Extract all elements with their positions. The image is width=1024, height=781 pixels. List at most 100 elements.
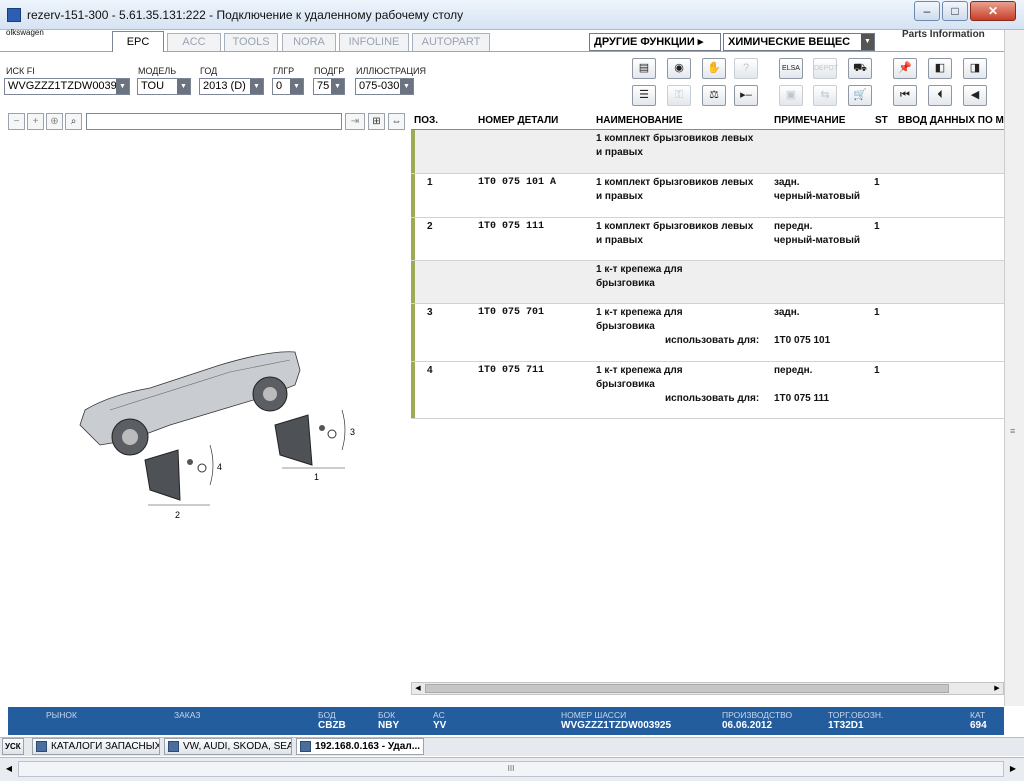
subgroup-select[interactable]: 75 ▼ — [313, 78, 345, 95]
row-use-part: 1T0 075 101 — [774, 335, 831, 346]
first-icon: ⏮ — [900, 89, 910, 101]
row-marker — [411, 174, 415, 217]
table-row[interactable]: 1 к-т крепежа для брызговика — [411, 261, 1004, 304]
scroll-left-icon[interactable]: ◀ — [412, 683, 424, 694]
maximize-button[interactable]: □ — [942, 1, 968, 21]
table-row[interactable]: 1 комплект брызговиков левых и правых — [411, 130, 1004, 174]
list-button[interactable]: ☰ — [632, 85, 656, 106]
cart-add-button[interactable]: ⛟ — [848, 58, 872, 79]
scroll-left-icon[interactable]: ◀ — [2, 761, 16, 777]
scroll-grip-icon[interactable]: ≡ — [1010, 426, 1015, 436]
chemicals-dropdown-label: ХИМИЧЕСКИЕ ВЕЩЕС — [728, 36, 851, 48]
minimize-button[interactable]: – — [914, 1, 940, 21]
scroll-thumb[interactable]: III — [18, 761, 1004, 777]
play-line-button[interactable]: ▸– — [734, 85, 758, 106]
row-marker — [411, 304, 415, 361]
scroll-right-icon[interactable]: ▶ — [1006, 761, 1020, 777]
transfer-button[interactable]: ⇆ — [813, 85, 837, 106]
col-data-entry[interactable]: ВВОД ДАННЫХ ПО М — [898, 115, 1004, 126]
col-pos[interactable]: ПОЗ. — [414, 115, 438, 126]
row-name-line2: и правых — [596, 235, 643, 246]
illustration-search-input[interactable] — [86, 113, 342, 130]
illustration-select[interactable]: 075-030 ▼ — [355, 78, 414, 95]
elsa-label: ELSA — [782, 65, 800, 72]
col-part-number[interactable]: НОМЕР ДЕТАЛИ — [478, 115, 558, 126]
window-button[interactable]: ▣ — [779, 85, 803, 106]
model-select[interactable]: TOU ▼ — [137, 78, 191, 95]
zoom-fit-button[interactable]: ⊕ — [46, 113, 63, 130]
row-name-line1: 1 комплект брызговиков левых — [596, 221, 754, 232]
close-button[interactable]: ✕ — [970, 1, 1016, 21]
print-button[interactable]: ▤ — [632, 58, 656, 79]
ac-value: YV — [433, 720, 447, 731]
prev-hotspot-button[interactable]: ⇥ — [345, 113, 365, 130]
other-functions-menu[interactable]: ДРУГИЕ ФУНКЦИИ ▸ — [589, 33, 721, 51]
key-icon: ⚿ — [674, 89, 684, 101]
prev-page-button[interactable]: ◧ — [928, 58, 952, 79]
taskbar-item-vw[interactable]: VW, AUDI, SKODA, SEAT — [164, 738, 292, 755]
year-value: 2013 (D) — [203, 80, 246, 92]
table-row[interactable]: 3 1T0 075 701 1 к-т крепежа для брызгови… — [411, 304, 1004, 362]
vin-label: ИСК FI — [6, 66, 35, 76]
row-name-line2: и правых — [596, 191, 643, 202]
taskbar-lang[interactable]: УСК — [2, 738, 24, 755]
tab-nora[interactable]: NORA — [282, 33, 336, 51]
zoom-in-button[interactable]: + — [27, 113, 44, 130]
window-horizontal-scrollbar[interactable]: ◀ III ▶ — [0, 757, 1024, 781]
layout-button[interactable]: ⊞ — [368, 113, 385, 130]
fastener — [187, 459, 193, 465]
subgroup-value: 75 — [317, 80, 330, 92]
first-button[interactable]: ⏮ — [893, 85, 917, 106]
elsa-button[interactable]: ELSA — [779, 58, 803, 79]
chemicals-dropdown[interactable]: ХИМИЧЕСКИЕ ВЕЩЕС ▼ — [723, 33, 875, 51]
illustration-label: ИЛЛЮСТРАЦИЯ — [356, 66, 427, 76]
tab-tools[interactable]: TOOLS — [224, 33, 278, 51]
transfer-icon: ⇆ — [820, 89, 830, 101]
col-st[interactable]: ST — [875, 115, 888, 126]
chevron-down-icon: ▼ — [177, 79, 190, 94]
row-name-line1: 1 к-т крепежа для — [596, 264, 683, 275]
year-select[interactable]: 2013 (D) ▼ — [199, 78, 264, 95]
tab-infoline[interactable]: INFOLINE — [339, 33, 409, 51]
tab-acc[interactable]: ACC — [167, 33, 221, 51]
table-row[interactable]: 4 1T0 075 711 1 к-т крепежа для брызгови… — [411, 362, 1004, 419]
tab-autopart[interactable]: AUTOPART — [412, 33, 490, 51]
production-value: 06.06.2012 — [722, 720, 773, 731]
scroll-right-icon[interactable]: ▶ — [991, 683, 1003, 694]
rear-hub — [263, 387, 277, 401]
front-hub — [122, 429, 138, 445]
main-group-select[interactable]: 0 ▼ — [272, 78, 304, 95]
row-note-line1: передн. — [774, 221, 813, 232]
depot-button[interactable]: DEPOT — [813, 58, 838, 79]
scroll-thumb[interactable] — [425, 684, 949, 693]
prev-button[interactable]: ⏴ — [928, 85, 952, 106]
row-use-part: 1T0 075 111 — [774, 393, 830, 404]
status-bar: РЫНОК ЗАКАЗ БОД CBZB БОК NBY AC YV НОМЕР… — [8, 707, 1004, 735]
help-button[interactable]: ? — [734, 58, 758, 79]
key-button[interactable]: ⚿ — [667, 85, 691, 106]
col-note[interactable]: ПРИМЕЧАНИЕ — [774, 115, 845, 126]
table-row[interactable]: 1 1T0 075 101 A 1 комплект брызговиков л… — [411, 174, 1004, 218]
row-name-line2: брызговика — [596, 321, 655, 332]
split-button[interactable]: ⇔ — [388, 113, 405, 130]
zoom-out-button[interactable]: − — [8, 113, 25, 130]
cart-button[interactable]: 🛒 — [848, 85, 872, 106]
col-name[interactable]: НАИМЕНОВАНИЕ — [596, 115, 683, 126]
taskbar-item-remote[interactable]: 192.168.0.163 - Удал... — [296, 738, 424, 755]
window-vertical-scrollbar[interactable]: ≡ — [1004, 30, 1024, 706]
table-horizontal-scrollbar[interactable]: ◀ ▶ — [411, 682, 1004, 695]
pin-button[interactable]: 📌 — [893, 58, 917, 79]
vin-select[interactable]: WVGZZZ1TZDW00392 ▼ — [4, 78, 130, 95]
fastener — [319, 425, 325, 431]
table-row[interactable]: 2 1T0 075 111 1 комплект брызговиков лев… — [411, 218, 1004, 261]
tab-epc[interactable]: EPC — [112, 31, 164, 52]
handshake-button[interactable]: ✋ — [702, 58, 726, 79]
next-page-button[interactable]: ◨ — [963, 58, 987, 79]
disc-button[interactable]: ◉ — [667, 58, 691, 79]
back-button[interactable]: ◀ — [963, 85, 987, 106]
search-button[interactable]: ⌕ — [65, 113, 82, 130]
scale-button[interactable]: ⚖ — [702, 85, 726, 106]
bod-label: БОД — [318, 710, 336, 720]
taskbar-item-catalogs[interactable]: КАТАЛОГИ ЗАПАСНЫХ ... — [32, 738, 160, 755]
search-icon: ⌕ — [70, 116, 77, 127]
